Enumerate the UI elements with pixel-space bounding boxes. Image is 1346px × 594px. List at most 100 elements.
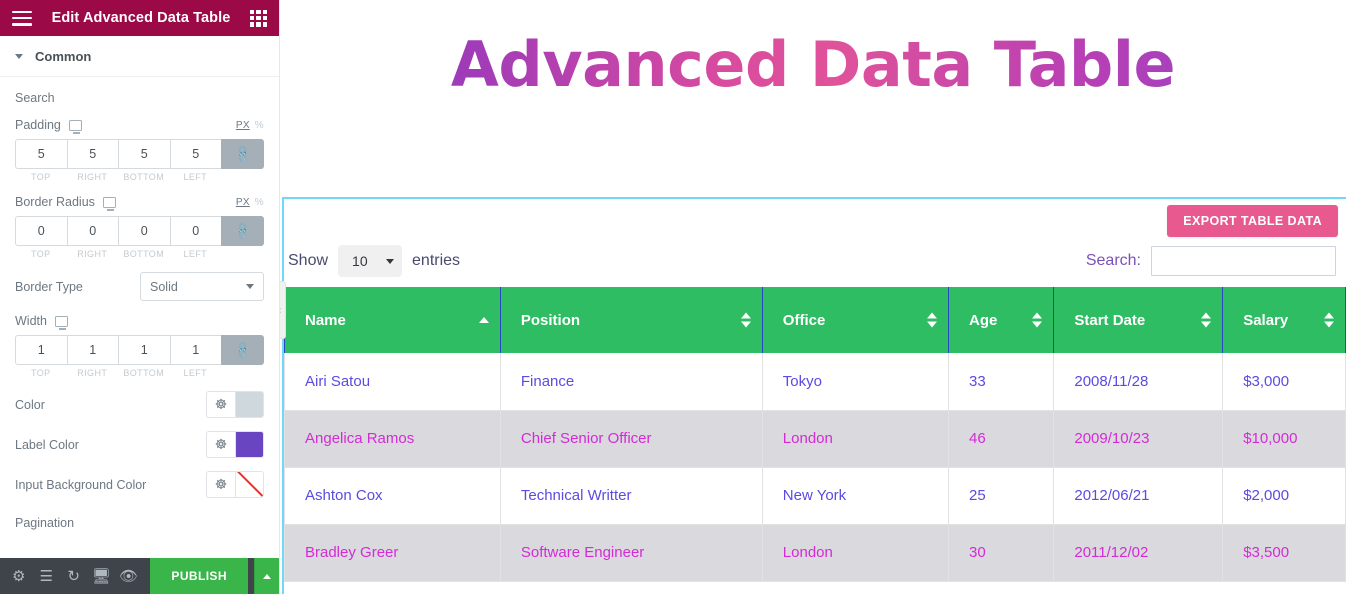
panel-title: Edit Advanced Data Table (51, 10, 231, 26)
cell-position: Chief Senior Officer (500, 410, 763, 468)
column-header-salary-label: Salary (1243, 311, 1289, 329)
cell-position: Software Engineer (500, 524, 763, 582)
padding-bottom-input[interactable]: 5 (118, 139, 170, 169)
data-table-widget[interactable]: ‹ EXPORT TABLE DATA Show 10 entries Sear… (280, 197, 1346, 594)
width-right-input[interactable]: 1 (66, 335, 118, 365)
control-width-text: Width (15, 314, 47, 328)
column-header-age[interactable]: Age (948, 287, 1055, 353)
responsive-icon[interactable] (102, 196, 116, 211)
input-bg-color-swatch[interactable] (236, 472, 263, 497)
table-head: Name Position Office Age Start Date Sala… (284, 287, 1346, 353)
sort-icon (1201, 312, 1212, 328)
border-radius-link-values-button[interactable]: 🔗 (221, 216, 264, 246)
border-radius-unit-pct[interactable]: % (255, 197, 264, 208)
entries-select-value: 10 (352, 253, 368, 269)
cell-position: Finance (500, 353, 763, 411)
padding-label-right: RIGHT (77, 172, 108, 182)
width-inputs: 1 1 1 1 🔗 (15, 335, 264, 365)
responsive-icon[interactable] (68, 119, 82, 134)
eye-icon[interactable]: 👁 (118, 558, 139, 594)
border-radius-right-input[interactable]: 0 (66, 216, 118, 246)
padding-unit-px[interactable]: PX (236, 120, 250, 131)
responsive-icon[interactable] (54, 315, 68, 330)
entries-select[interactable]: 10 (338, 245, 403, 277)
column-header-position-label: Position (520, 311, 581, 329)
panel-collapse-handle[interactable]: ‹ (280, 281, 286, 339)
grid-icon[interactable] (249, 9, 267, 27)
label-color-swatch[interactable] (236, 432, 263, 457)
width-bottom-input[interactable]: 1 (118, 335, 170, 365)
padding-unit-pct[interactable]: % (255, 120, 264, 131)
search-input[interactable] (1151, 246, 1336, 276)
column-header-office[interactable]: Office (762, 287, 950, 353)
column-header-position[interactable]: Position (500, 287, 763, 353)
globe-icon[interactable]: ☸ (207, 392, 236, 417)
control-input-bg-color: Input Background Color ☸ (15, 471, 264, 498)
width-label-top: TOP (30, 368, 51, 378)
border-radius-inputs: 0 0 0 0 🔗 (15, 216, 264, 246)
border-type-value: Solid (150, 279, 178, 294)
table-row[interactable]: Bradley Greer Software Engineer London 3… (284, 524, 1346, 582)
border-radius-left-input[interactable]: 0 (169, 216, 221, 246)
border-radius-label-top: TOP (30, 249, 51, 259)
page-title: Advanced Data Table (280, 0, 1346, 101)
color-swatch[interactable] (236, 392, 263, 417)
input-bg-color-picker[interactable]: ☸ (206, 471, 264, 498)
padding-top-input[interactable]: 5 (15, 139, 67, 169)
cell-name: Ashton Cox (284, 467, 501, 525)
globe-icon[interactable]: ☸ (207, 472, 236, 497)
globe-icon[interactable]: ☸ (207, 432, 236, 457)
padding-left-input[interactable]: 5 (169, 139, 221, 169)
show-entries-control: Show 10 entries (284, 245, 460, 277)
table-row[interactable]: Airi Satou Finance Tokyo 33 2008/11/28 $… (284, 353, 1346, 411)
cell-salary: $3,500 (1222, 524, 1346, 582)
responsive-icon[interactable]: 🖥 (90, 558, 111, 594)
cell-start-date: 2011/12/02 (1053, 524, 1224, 582)
padding-unit-toggle[interactable]: PX% (236, 120, 264, 131)
cell-office: New York (762, 467, 950, 525)
border-radius-unit-toggle[interactable]: PX% (236, 197, 264, 208)
panel-header: Edit Advanced Data Table (0, 0, 279, 36)
border-radius-unit-px[interactable]: PX (236, 197, 250, 208)
export-table-data-button[interactable]: EXPORT TABLE DATA (1167, 205, 1338, 237)
history-icon[interactable]: ↻ (63, 558, 84, 594)
hamburger-icon[interactable] (12, 10, 32, 26)
padding-inputs: 5 5 5 5 🔗 (15, 139, 264, 169)
gear-icon[interactable]: ⚙ (8, 558, 29, 594)
cell-age: 25 (948, 467, 1055, 525)
cell-age: 46 (948, 410, 1055, 468)
column-header-name[interactable]: Name (284, 287, 501, 353)
cell-start-date: 2012/06/21 (1053, 467, 1224, 525)
color-picker[interactable]: ☸ (206, 391, 264, 418)
padding-right-input[interactable]: 5 (66, 139, 118, 169)
control-width-label: Width (15, 314, 68, 330)
entries-label: entries (412, 252, 461, 269)
section-common[interactable]: Common (0, 36, 279, 77)
publish-button[interactable]: PUBLISH (150, 558, 248, 594)
publish-options-button[interactable] (253, 558, 279, 594)
width-link-values-button[interactable]: 🔗 (221, 335, 264, 365)
table-row[interactable]: Ashton Cox Technical Writter New York 25… (284, 467, 1346, 525)
column-header-salary[interactable]: Salary (1222, 287, 1346, 353)
border-radius-bottom-input[interactable]: 0 (118, 216, 170, 246)
table-search: Search: (1086, 246, 1336, 276)
padding-link-values-button[interactable]: 🔗 (221, 139, 264, 169)
width-top-input[interactable]: 1 (15, 335, 67, 365)
cell-age: 30 (948, 524, 1055, 582)
width-left-input[interactable]: 1 (169, 335, 221, 365)
label-color-picker[interactable]: ☸ (206, 431, 264, 458)
control-border-type-label: Border Type (15, 279, 83, 294)
control-input-bg-color-label: Input Background Color (15, 477, 147, 492)
controls-body: Search Padding PX% 5 5 5 5 🔗 TOP RIGHT B… (0, 77, 279, 530)
column-header-start-date[interactable]: Start Date (1053, 287, 1224, 353)
sort-icon (1324, 312, 1334, 328)
column-header-start-date-label: Start Date (1074, 311, 1146, 329)
border-radius-top-input[interactable]: 0 (15, 216, 67, 246)
control-border-radius-text: Border Radius (15, 195, 95, 209)
layers-icon[interactable]: ☰ (35, 558, 56, 594)
chevron-down-icon (246, 284, 254, 289)
width-label-right: RIGHT (77, 368, 108, 378)
border-type-select[interactable]: Solid (140, 272, 264, 301)
table-row[interactable]: Angelica Ramos Chief Senior Officer Lond… (284, 410, 1346, 468)
